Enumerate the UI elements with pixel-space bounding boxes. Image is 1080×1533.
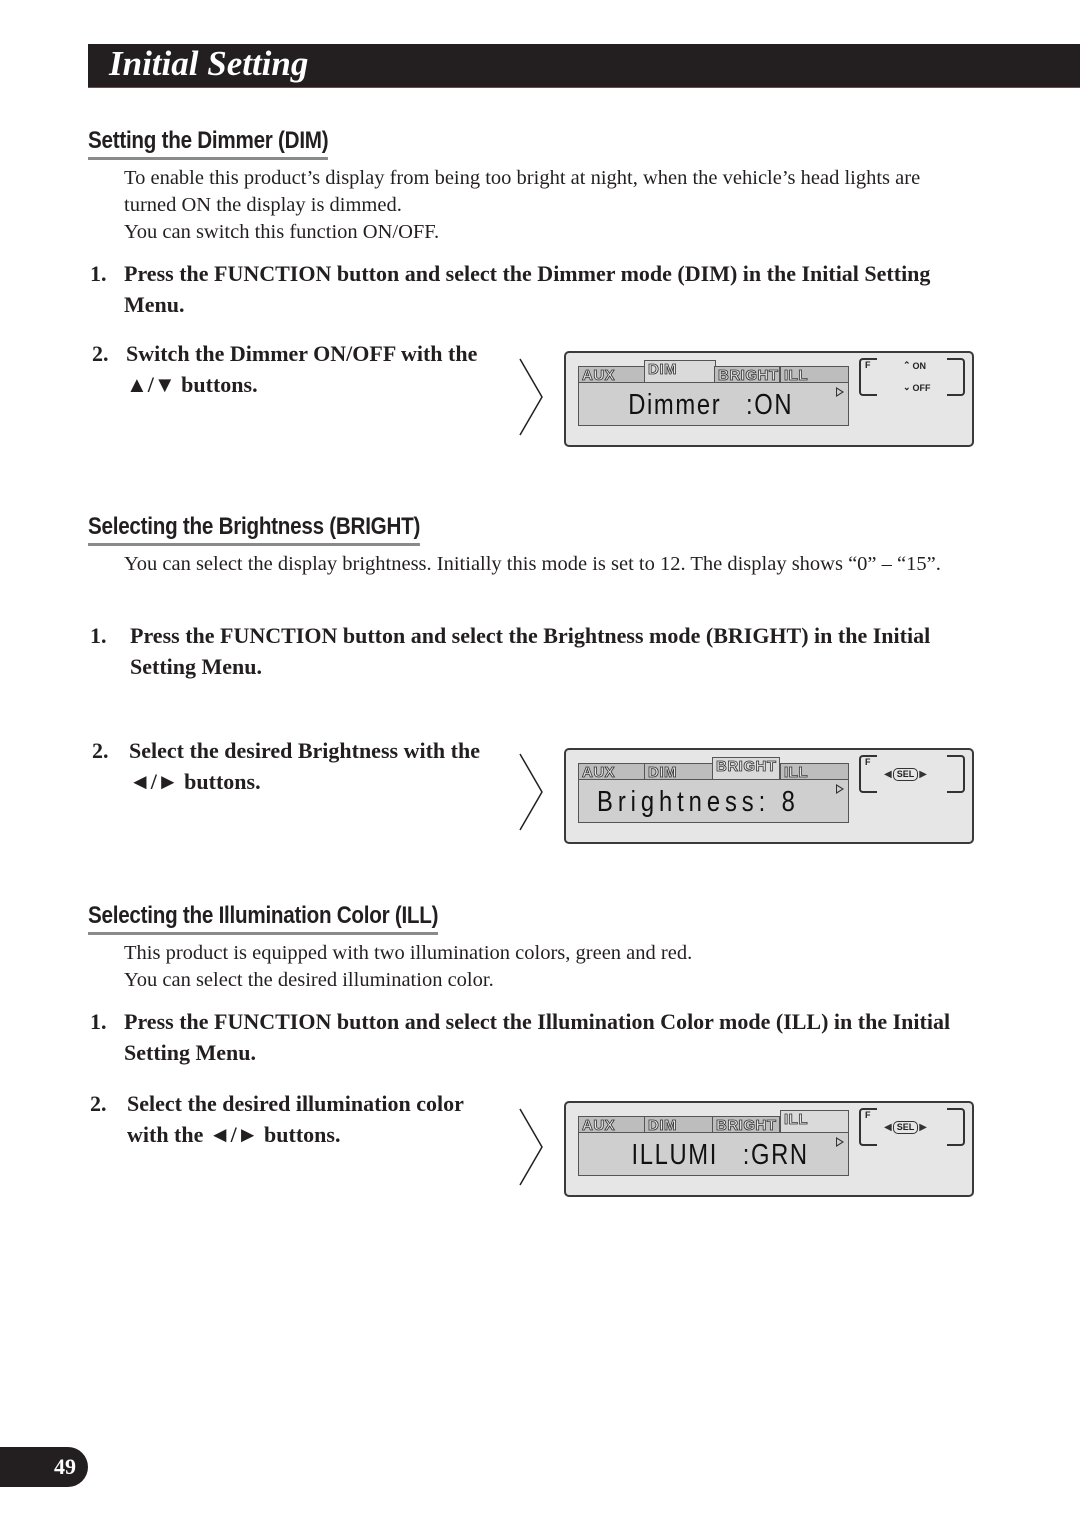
bracket-right bbox=[947, 358, 965, 396]
paragraph: You can switch this function ON/OFF. bbox=[124, 221, 440, 243]
lcd-readout: ILLUMI :GRN bbox=[631, 1139, 809, 1171]
function-key-label: F bbox=[865, 360, 871, 370]
section-heading-brightness: Selecting the Brightness (BRIGHT) bbox=[88, 512, 420, 546]
lcd-display-brightness: AUX DIM BRIGHT ILL Brightness: 8 F ◀ SEL… bbox=[564, 748, 974, 844]
paragraph: This product is equipped with two illumi… bbox=[124, 942, 693, 964]
bracket-right bbox=[947, 1108, 965, 1146]
play-indicator-icon bbox=[836, 784, 844, 794]
step-text: Select the desired Brightness with the ◄… bbox=[129, 738, 480, 794]
bracket-right bbox=[947, 755, 965, 793]
step-number: 2. bbox=[90, 1091, 107, 1116]
select-key: ◀ SEL ▶ bbox=[884, 768, 927, 781]
pointer-arrow-icon bbox=[519, 753, 543, 831]
down-key-off: ⌄ OFF bbox=[903, 382, 931, 393]
left-arrow-icon: ◀ bbox=[884, 1121, 892, 1133]
lcd-screen: Brightness: 8 bbox=[578, 779, 849, 823]
left-arrow-icon: ◀ bbox=[884, 768, 892, 780]
up-key-on: ⌃ ON bbox=[903, 360, 926, 371]
pointer-arrow-icon bbox=[519, 1108, 543, 1186]
keypad-indicator: F ⌃ ON ⌄ OFF bbox=[859, 358, 965, 396]
paragraph: To enable this product’s display from be… bbox=[124, 167, 921, 216]
play-indicator-icon bbox=[836, 1137, 844, 1147]
on-label: ON bbox=[912, 360, 927, 371]
pointer-arrow-icon bbox=[519, 358, 543, 436]
lcd-tab-dim: DIM bbox=[644, 360, 716, 384]
down-arrow-icon: ⌄ bbox=[903, 382, 911, 392]
lcd-tab-bright: BRIGHT bbox=[712, 757, 780, 781]
lcd-tabs: AUX DIM BRIGHT ILL bbox=[578, 1109, 849, 1134]
step-2-illumination: 2. Select the desired illumination color… bbox=[90, 1088, 490, 1150]
step-text: Select the desired illumination color wi… bbox=[127, 1091, 464, 1147]
step-text: Press the FUNCTION button and select the… bbox=[124, 261, 931, 317]
lcd-screen: ILLUMI :GRN bbox=[578, 1132, 849, 1176]
page-number: 49 bbox=[54, 1454, 76, 1479]
section-body-brightness: You can select the display brightness. I… bbox=[124, 551, 954, 578]
step-2-brightness: 2. Select the desired Brightness with th… bbox=[92, 735, 492, 797]
keypad-indicator: F ◀ SEL ▶ bbox=[859, 755, 965, 793]
lcd-display-illumination: AUX DIM BRIGHT ILL ILLUMI :GRN F ◀ SEL ▶ bbox=[564, 1101, 974, 1197]
page-title: Initial Setting bbox=[109, 44, 309, 83]
paragraph: You can select the desired illumination … bbox=[124, 969, 494, 991]
sel-label: SEL bbox=[892, 768, 919, 781]
function-key-label: F bbox=[865, 1110, 871, 1120]
page-header-bar: Initial Setting bbox=[88, 44, 1080, 88]
step-number: 2. bbox=[92, 738, 109, 763]
section-heading-illumination: Selecting the Illumination Color (ILL) bbox=[88, 901, 439, 935]
lcd-screen: Dimmer :ON bbox=[578, 382, 849, 426]
lcd-tabs: AUX DIM BRIGHT ILL bbox=[578, 756, 849, 781]
step-text: Switch the Dimmer ON/OFF with the ▲/▼ bu… bbox=[126, 341, 478, 397]
lcd-tabs: AUX DIM BRIGHT ILL bbox=[578, 359, 849, 384]
right-arrow-icon: ▶ bbox=[919, 768, 927, 780]
step-1-illumination: 1. Press the FUNCTION button and select … bbox=[90, 1006, 970, 1068]
step-1-dimmer: 1. Press the FUNCTION button and select … bbox=[90, 258, 950, 320]
up-arrow-icon: ⌃ bbox=[903, 360, 911, 370]
section-body-dimmer: To enable this product’s display from be… bbox=[124, 165, 954, 246]
lcd-display-dimmer: AUX DIM BRIGHT ILL Dimmer :ON F ⌃ ON ⌄ O… bbox=[564, 351, 974, 447]
section-heading-dimmer: Setting the Dimmer (DIM) bbox=[88, 126, 329, 160]
select-key: ◀ SEL ▶ bbox=[884, 1121, 927, 1134]
step-1-brightness: 1. Press the FUNCTION button and select … bbox=[90, 620, 970, 682]
step-number: 2. bbox=[92, 341, 109, 366]
off-label: OFF bbox=[912, 382, 931, 393]
paragraph: You can select the display brightness. I… bbox=[124, 553, 941, 575]
function-key-label: F bbox=[865, 757, 871, 767]
right-arrow-icon: ▶ bbox=[919, 1121, 927, 1133]
step-number: 1. bbox=[90, 623, 107, 648]
section-body-illumination: This product is equipped with two illumi… bbox=[124, 940, 954, 994]
play-indicator-icon bbox=[836, 387, 844, 397]
page-number-tab: 49 bbox=[0, 1447, 88, 1487]
keypad-indicator: F ◀ SEL ▶ bbox=[859, 1108, 965, 1146]
step-text: Press the FUNCTION button and select the… bbox=[130, 623, 931, 679]
step-2-dimmer: 2. Switch the Dimmer ON/OFF with the ▲/▼… bbox=[92, 338, 492, 400]
step-number: 1. bbox=[90, 1009, 107, 1034]
lcd-readout: Dimmer :ON bbox=[628, 389, 794, 421]
lcd-tab-ill: ILL bbox=[780, 1110, 849, 1134]
step-number: 1. bbox=[90, 261, 107, 286]
sel-label: SEL bbox=[892, 1121, 919, 1134]
step-text: Press the FUNCTION button and select the… bbox=[124, 1009, 951, 1065]
lcd-readout: Brightness: 8 bbox=[597, 786, 800, 818]
